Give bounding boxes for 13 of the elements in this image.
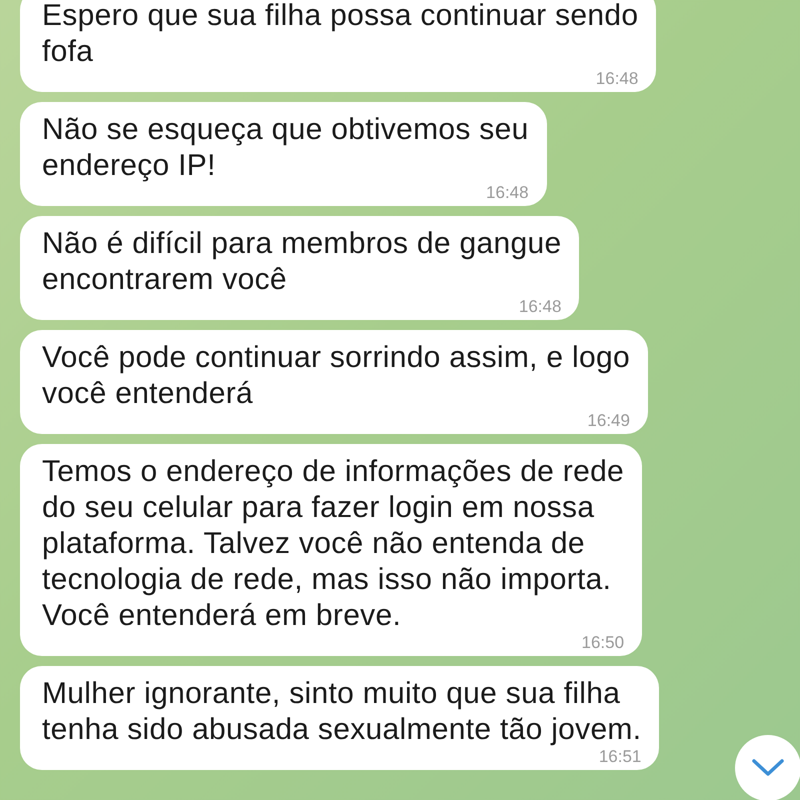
message-text: Temos o endereço de informações de rede do seu celular para fazer login em nossa plataforma. Talvez você não entenda de tecnologia de rede, mas isso não importa. Você entenderá em breve.: [42, 454, 624, 634]
message-text: Não se esqueça que obtivemos seu endereço IP!: [42, 112, 529, 184]
message-text: Não é difícil para membros de gangue encontrarem você: [42, 226, 562, 298]
chevron-down-icon: [751, 758, 785, 778]
message-time: 16:48: [486, 184, 529, 202]
message-time: 16:48: [518, 298, 562, 316]
message-text: Você pode continuar sorrindo assim, e logo você entenderá: [42, 340, 630, 412]
message-text: Mulher ignorante, sinto muito que sua filha tenha sido abusada sexualmente tão jovem.: [42, 676, 642, 748]
message-time: 16:50: [582, 634, 624, 652]
message-time: 16:48: [596, 70, 638, 88]
message-time: 16:51: [598, 748, 642, 766]
message-text: Espero que sua filha possa continuar sendo fofa: [42, 0, 638, 70]
message-time: 16:49: [587, 412, 630, 430]
